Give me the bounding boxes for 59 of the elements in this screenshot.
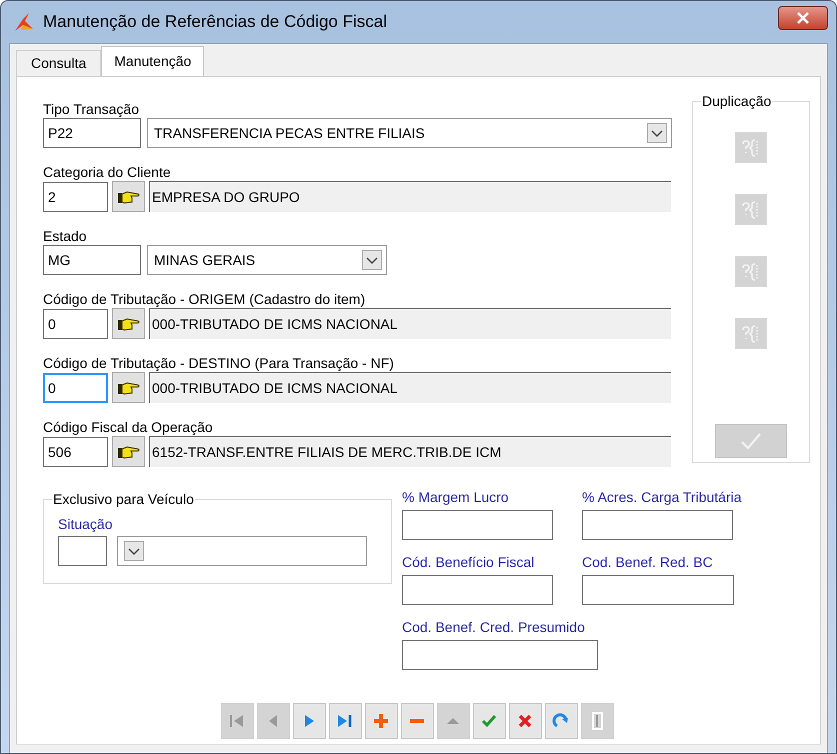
pointing-hand-icon bbox=[118, 380, 140, 394]
last-button[interactable] bbox=[328, 703, 362, 739]
code-field[interactable]: 0 bbox=[43, 308, 108, 338]
code-field[interactable]: 0 bbox=[43, 372, 108, 402]
group-title: Exclusivo para Veículo bbox=[52, 491, 195, 508]
description-field: 000-TRIBUTADO DE ICMS NACIONAL bbox=[149, 372, 671, 403]
input-field[interactable] bbox=[582, 575, 734, 605]
code-field[interactable]: MG bbox=[43, 245, 141, 275]
field-label: Categoria do Cliente bbox=[43, 164, 172, 181]
description-field: 000-TRIBUTADO DE ICMS NACIONAL bbox=[149, 308, 671, 339]
input-field[interactable] bbox=[402, 575, 553, 605]
dropdown[interactable] bbox=[117, 536, 367, 566]
field-label: Tipo Transação bbox=[43, 101, 140, 118]
cancel-button[interactable] bbox=[508, 703, 542, 739]
refresh-button[interactable] bbox=[544, 703, 578, 739]
field-label: Estado bbox=[43, 228, 88, 245]
remove-button[interactable] bbox=[400, 703, 434, 739]
field-label: Cód. Benefício Fiscal bbox=[402, 554, 536, 571]
code-field[interactable] bbox=[58, 536, 107, 566]
lookup-button[interactable] bbox=[112, 181, 145, 212]
minus-icon bbox=[410, 719, 424, 723]
window-title: Manutenção de Referências de Código Fiscal bbox=[43, 12, 388, 32]
dropdown[interactable]: MINAS GERAIS bbox=[147, 245, 387, 275]
tab[interactable]: Manutenção bbox=[101, 46, 204, 76]
add-button[interactable] bbox=[364, 703, 398, 739]
next-button[interactable] bbox=[292, 703, 326, 739]
description-field: EMPRESA DO GRUPO bbox=[149, 181, 671, 212]
field-label: % Margem Lucro bbox=[402, 489, 510, 506]
field-label: % Acres. Carga Tributária bbox=[582, 489, 743, 506]
description-field: 6152-TRANSF.ENTRE FILIAIS DE MERC.TRIB.DE ICM bbox=[149, 436, 671, 467]
chevron-down-icon bbox=[362, 250, 382, 270]
lookup-button[interactable] bbox=[112, 372, 145, 403]
field-label: Cod. Benef. Red. BC bbox=[582, 554, 714, 571]
chevron-down-icon bbox=[647, 123, 667, 143]
close-button[interactable] bbox=[778, 6, 828, 30]
group-title: Duplicação bbox=[701, 93, 772, 110]
field-label: Cod. Benef. Cred. Presumido bbox=[402, 619, 586, 636]
input-field[interactable] bbox=[582, 510, 733, 540]
dropdown[interactable]: TRANSFERENCIA PECAS ENTRE FILIAIS bbox=[147, 118, 672, 148]
pointing-hand-icon bbox=[118, 190, 140, 204]
field-label: Código de Tributação - DESTINO (Para Transação - NF) bbox=[43, 355, 395, 372]
input-field[interactable] bbox=[402, 640, 598, 670]
close-icon bbox=[796, 12, 810, 24]
tab[interactable]: Consulta bbox=[16, 50, 102, 76]
chevron-down-icon bbox=[124, 541, 144, 561]
code-field[interactable]: 2 bbox=[43, 182, 108, 212]
code-field[interactable]: P22 bbox=[43, 118, 141, 148]
lookup-button[interactable] bbox=[112, 308, 145, 339]
input-field[interactable] bbox=[402, 510, 553, 540]
code-field[interactable]: 506 bbox=[43, 436, 108, 466]
lookup-button[interactable] bbox=[112, 436, 145, 467]
field-label: Situação bbox=[58, 516, 114, 533]
triangle-up-icon bbox=[447, 718, 459, 724]
field-label: Código de Tributação - ORIGEM (Cadastro do item) bbox=[43, 291, 366, 308]
pointing-hand-icon bbox=[118, 316, 140, 330]
pointing-hand-icon bbox=[118, 444, 140, 458]
field-label: Código Fiscal da Operação bbox=[43, 419, 214, 436]
app-logo-icon bbox=[13, 11, 35, 33]
save-button[interactable] bbox=[472, 703, 506, 739]
